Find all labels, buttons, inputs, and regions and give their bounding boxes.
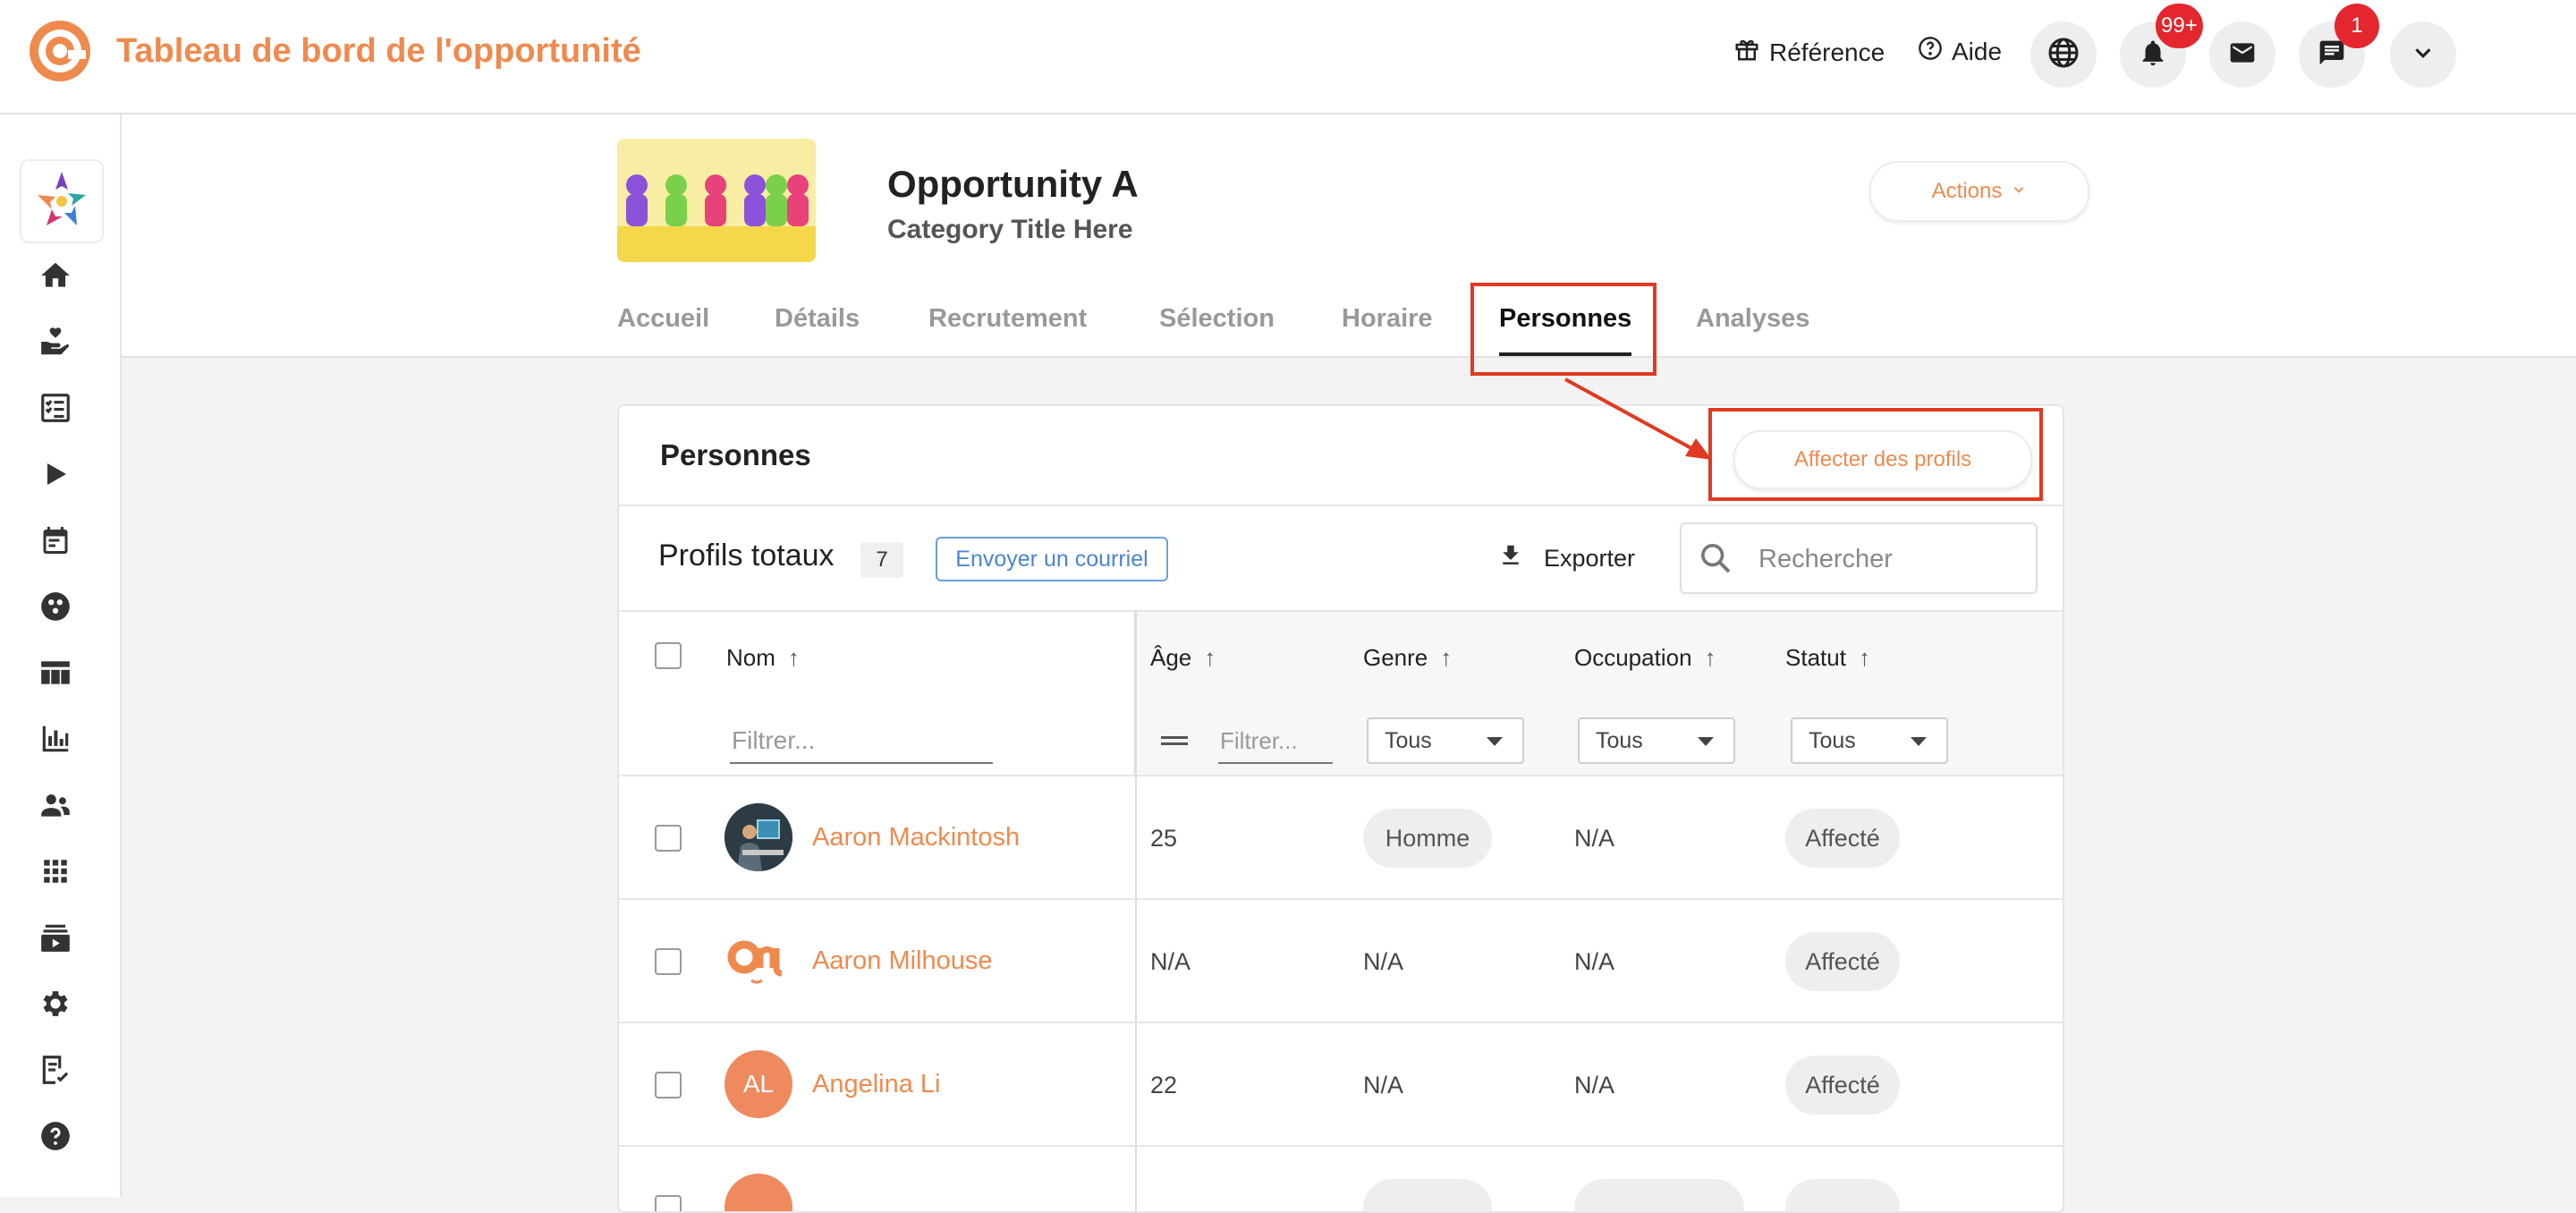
annotation-arrow — [1564, 377, 1712, 460]
row-checkbox[interactable] — [655, 1195, 682, 1211]
